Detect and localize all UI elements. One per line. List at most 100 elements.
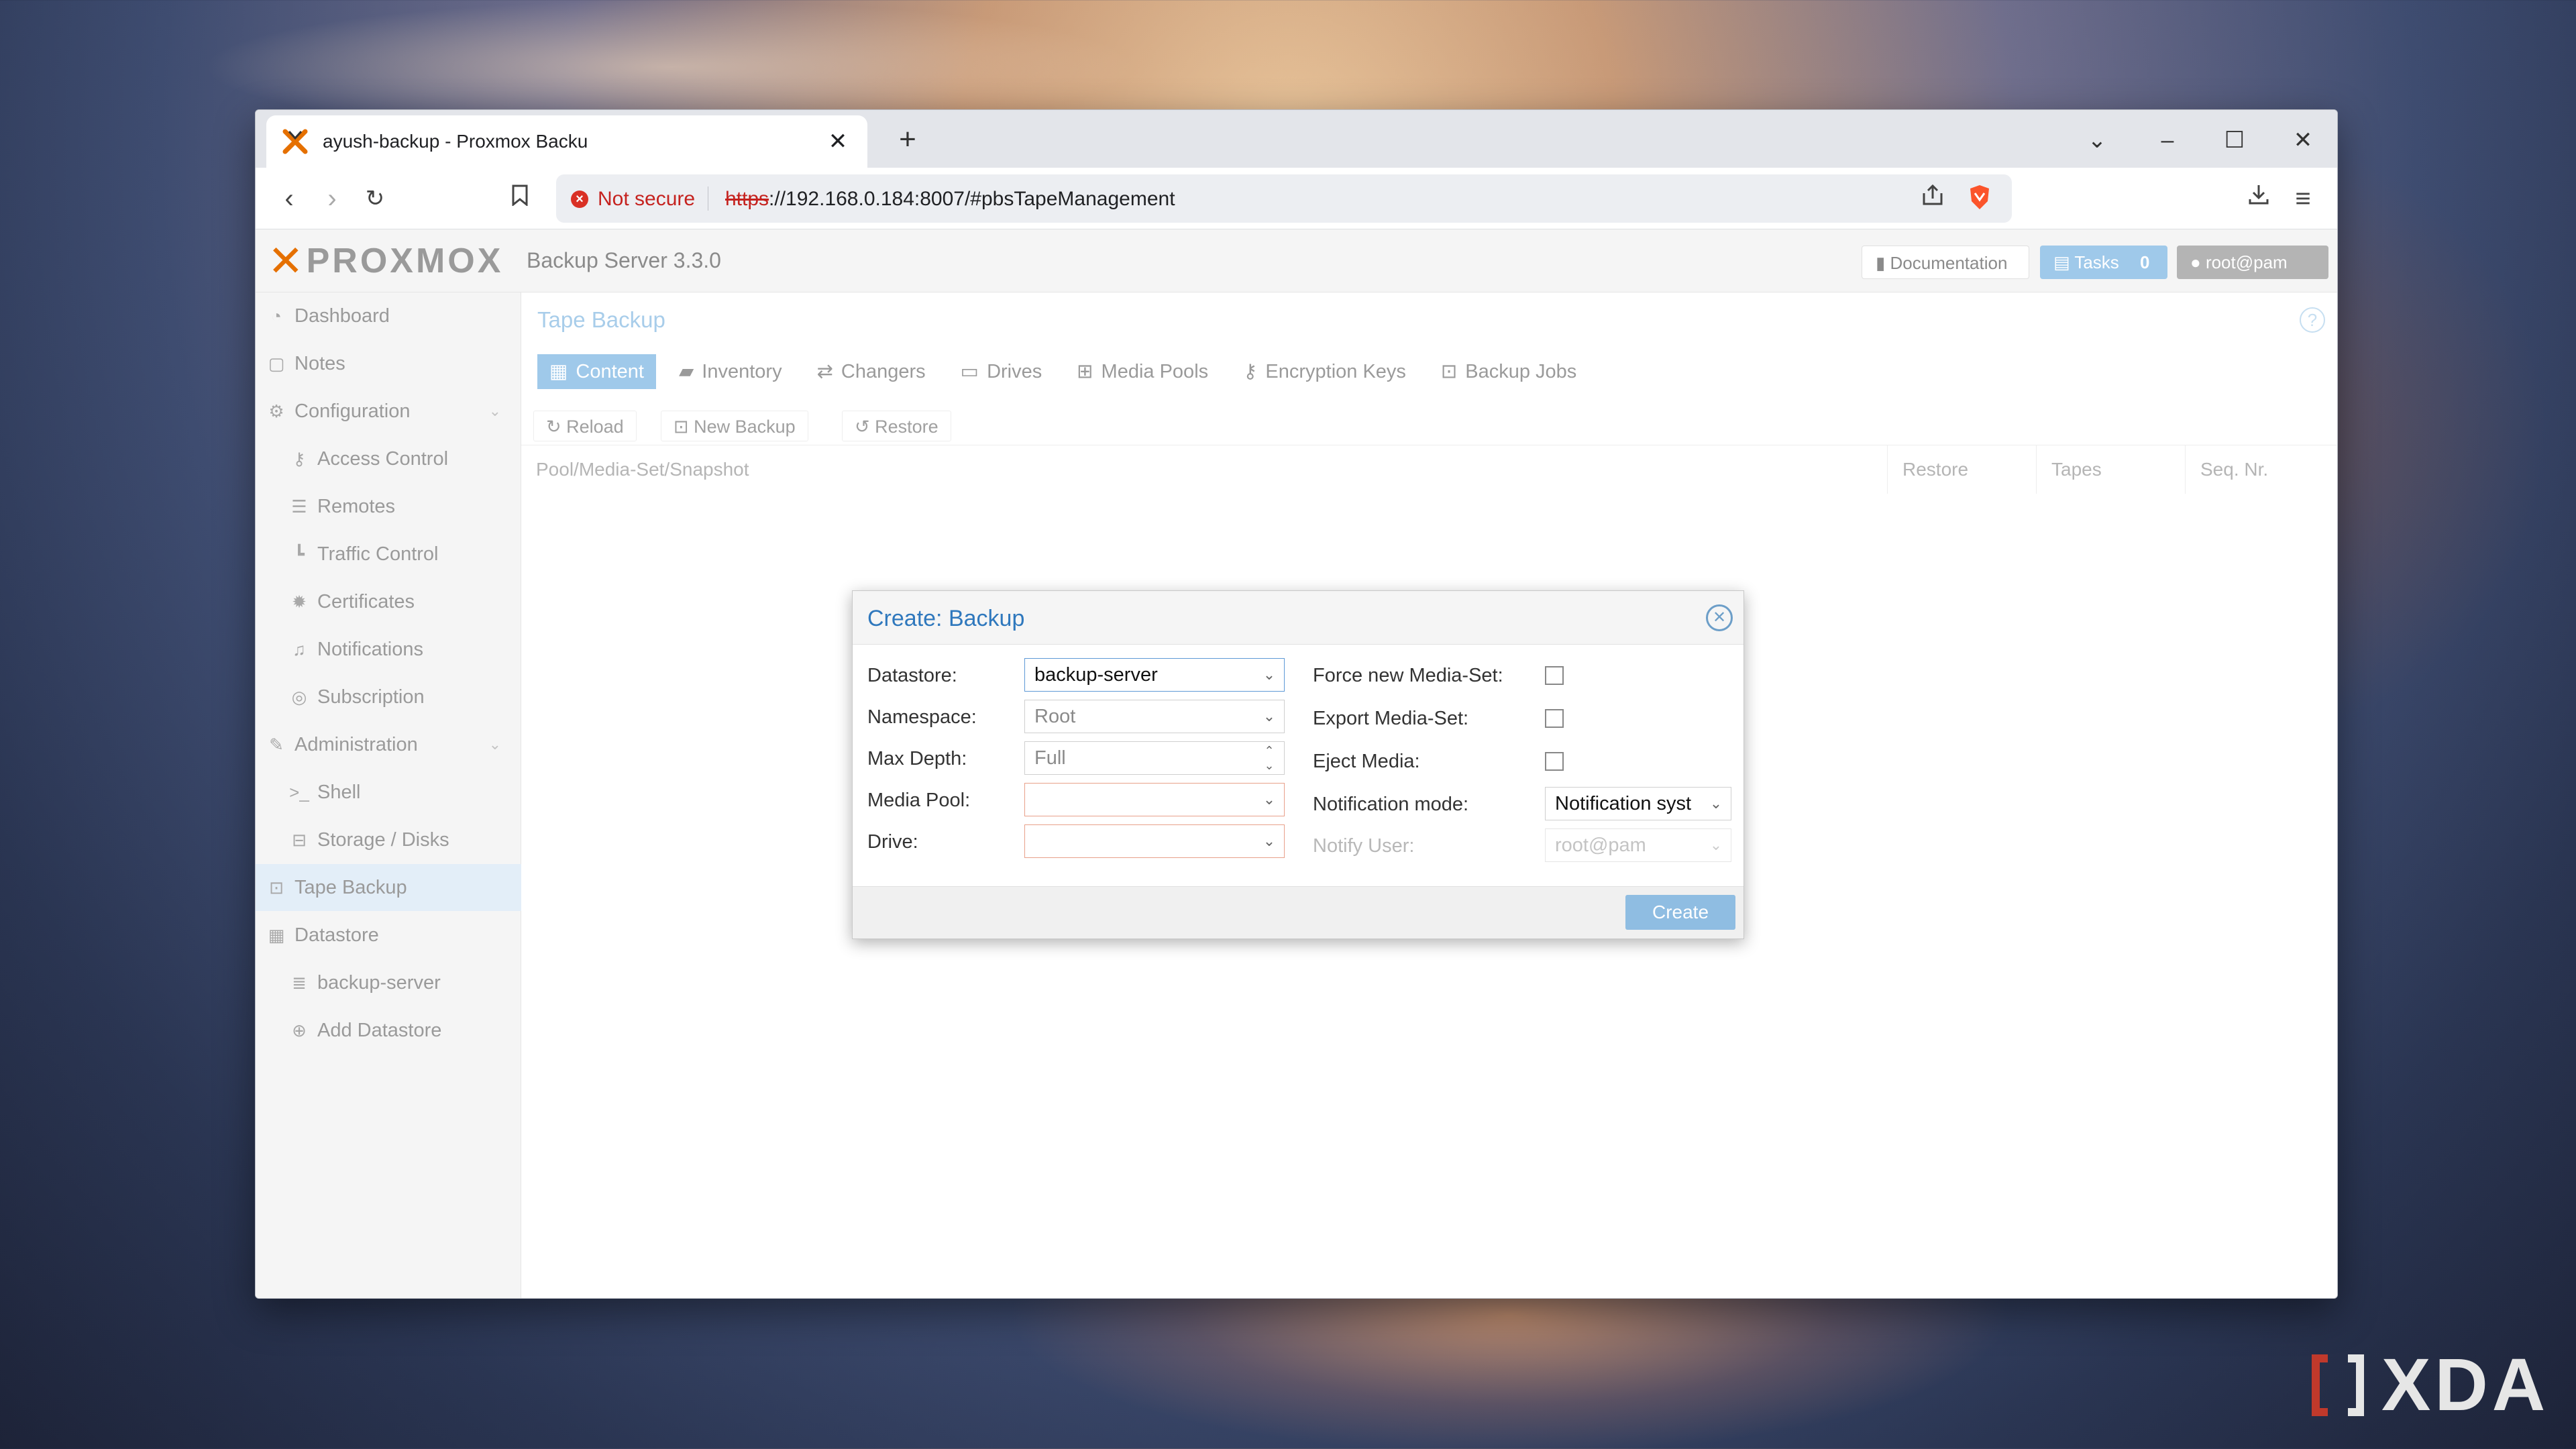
reload-page-button[interactable]: ↻	[356, 180, 394, 217]
collapse-chevron-icon[interactable]: ⌄	[489, 736, 501, 753]
max-depth-spinner[interactable]: Full ⌃ ⌄	[1024, 741, 1285, 775]
chevron-down-icon[interactable]: ⌄	[1254, 659, 1284, 691]
sidebar-item-add-datastore[interactable]: ⊕ Add Datastore	[256, 1007, 521, 1054]
tab-changers[interactable]: ⇄ Changers	[805, 354, 938, 389]
restore-button[interactable]: ↺ Restore	[842, 411, 951, 441]
xda-watermark: XDA	[2308, 1345, 2549, 1426]
sidebar-item-certificates[interactable]: ✹ Certificates	[256, 578, 521, 625]
sidebar-item-subscription[interactable]: ◎ Subscription	[256, 674, 521, 720]
close-tab-icon[interactable]: ✕	[824, 128, 851, 155]
chevron-down-icon[interactable]: ⌄	[1254, 784, 1284, 816]
create-button[interactable]: Create	[1625, 895, 1735, 930]
tab-drives[interactable]: ▭ Drives	[949, 354, 1055, 389]
proxmox-logo[interactable]: ✕ PROXMOX	[268, 239, 503, 282]
sidebar-item-configuration[interactable]: ⚙ Configuration ⌄	[256, 388, 521, 435]
namespace-select[interactable]: Root ⌄	[1024, 700, 1285, 733]
chevron-down-icon[interactable]: ⌄	[1254, 700, 1284, 733]
content-toolbar: ↻ Reload ⊡ New Backup ↺ Restore	[521, 405, 2337, 445]
close-window-button[interactable]: ✕	[2283, 123, 2323, 157]
notify-user-select[interactable]: root@pam ⌄	[1545, 828, 1731, 862]
tab-label: Content	[576, 361, 644, 382]
new-backup-label: New Backup	[694, 417, 796, 437]
spinner-arrows-icon[interactable]: ⌃ ⌄	[1254, 742, 1284, 774]
sidebar-item-backup-server[interactable]: ≣ backup-server	[256, 959, 521, 1006]
panel-tabs: ▦ Content ▰ Inventory ⇄ Changers ▭ Drives ⊞ M…	[537, 354, 1599, 389]
brave-shield-icon[interactable]	[1965, 184, 1994, 213]
help-icon[interactable]: ?	[2300, 307, 2325, 333]
chevron-down-icon[interactable]: ⌄	[1254, 825, 1284, 857]
tasks-button[interactable]: ▤ Tasks 0	[2040, 246, 2167, 279]
sidebar-item-notifications[interactable]: ♫ Notifications	[256, 626, 521, 673]
restore-label: Restore	[875, 417, 938, 437]
url-text[interactable]: https://192.168.0.184:8007/#pbsTapeManag…	[725, 188, 1175, 211]
tab-backup-jobs[interactable]: ⊡ Backup Jobs	[1429, 354, 1589, 389]
back-button[interactable]: ‹	[270, 180, 308, 217]
proxmox-favicon-icon	[282, 129, 308, 154]
dialog-footer: Create	[853, 886, 1743, 938]
database-icon: ≣	[292, 972, 307, 993]
column-header-tapes[interactable]: Tapes	[2036, 445, 2185, 494]
browser-tab[interactable]: ayush-backup - Proxmox Backu ✕	[266, 115, 867, 168]
gears-icon: ⚙	[268, 400, 284, 421]
sidebar-item-label: Traffic Control	[317, 543, 439, 565]
notification-mode-select[interactable]: Notification syst ⌄	[1545, 787, 1731, 820]
new-backup-button[interactable]: ⊡ New Backup	[661, 411, 808, 441]
close-icon[interactable]: ✕	[1706, 604, 1733, 631]
tab-label: Drives	[987, 361, 1042, 382]
dashboard-icon: ◔	[271, 305, 282, 326]
not-secure-label[interactable]: Not secure	[598, 188, 695, 211]
sidebar-item-datastore[interactable]: ▦ Datastore	[256, 912, 521, 959]
share-icon[interactable]	[1918, 184, 1947, 213]
minimize-button[interactable]: –	[2147, 123, 2188, 157]
sidebar-item-label: Shell	[317, 781, 361, 803]
column-header-snapshot[interactable]: Pool/Media-Set/Snapshot	[521, 445, 1887, 494]
address-bar[interactable]: × Not secure https://192.168.0.184:8007/…	[556, 174, 2012, 223]
tab-media-pools[interactable]: ⊞ Media Pools	[1065, 354, 1220, 389]
sidebar-item-access-control[interactable]: ⚷ Access Control	[256, 435, 521, 482]
hdd-icon: ⊟	[292, 829, 307, 850]
forward-button[interactable]: ›	[313, 180, 351, 217]
reload-button[interactable]: ↻ Reload	[533, 411, 637, 441]
export-media-set-checkbox[interactable]	[1545, 709, 1564, 728]
sidebar-item-traffic-control[interactable]: ┗ Traffic Control	[256, 531, 521, 578]
force-new-media-set-checkbox[interactable]	[1545, 666, 1564, 685]
sidebar-item-label: Notifications	[317, 638, 423, 660]
sidebar-item-administration[interactable]: ✎ Administration ⌄	[256, 721, 521, 768]
tab-encryption-keys[interactable]: ⚷ Encryption Keys	[1231, 354, 1418, 389]
media-pool-select[interactable]: ⌄	[1024, 783, 1285, 816]
sidebar-item-dashboard[interactable]: ◔ Dashboard	[256, 292, 521, 339]
sidebar-item-label: Dashboard	[294, 305, 390, 327]
grid-header: Pool/Media-Set/Snapshot Restore Tapes Se…	[521, 445, 2337, 494]
tab-search-chevron-icon[interactable]: ⌄	[2077, 123, 2117, 157]
media-pool-label: Media Pool:	[867, 790, 971, 811]
sidebar-item-remotes[interactable]: ☰ Remotes	[256, 483, 521, 530]
menu-icon[interactable]: ≡	[2284, 180, 2322, 217]
bookmark-icon[interactable]	[501, 180, 539, 217]
tab-label: Inventory	[702, 361, 782, 382]
sidebar-item-shell[interactable]: >_ Shell	[256, 769, 521, 816]
drive-select[interactable]: ⌄	[1024, 824, 1285, 858]
chevron-down-icon[interactable]: ⌄	[1701, 829, 1731, 861]
chevron-down-icon[interactable]: ⌄	[1701, 788, 1731, 820]
xda-text: XDA	[2381, 1344, 2550, 1426]
maximize-button[interactable]: ☐	[2214, 123, 2255, 157]
sidebar-item-storage-disks[interactable]: ⊟ Storage / Disks	[256, 816, 521, 863]
sidebar-item-tape-backup[interactable]: ⊡ Tape Backup	[256, 864, 521, 911]
datastore-select[interactable]: backup-server ⌄	[1024, 658, 1285, 692]
browser-toolbar: ‹ › ↻ × Not secure https://192.168.0.184…	[256, 168, 2337, 229]
sidebar-item-notes[interactable]: ▢ Notes	[256, 340, 521, 387]
export-media-set-label: Export Media-Set:	[1313, 708, 1469, 729]
tab-content[interactable]: ▦ Content	[537, 354, 656, 389]
new-tab-button[interactable]: +	[889, 121, 926, 158]
sidebar-item-label: backup-server	[317, 971, 441, 994]
column-header-restore[interactable]: Restore	[1887, 445, 2036, 494]
tasks-count-badge: 0	[2140, 252, 2150, 272]
documentation-button[interactable]: ▮ Documentation	[1862, 246, 2029, 279]
bell-icon: ♫	[292, 639, 306, 659]
user-menu-button[interactable]: ● root@pam ⌄	[2177, 246, 2328, 306]
column-header-seq-nr[interactable]: Seq. Nr.	[2185, 445, 2337, 494]
download-icon[interactable]	[2240, 180, 2277, 217]
collapse-chevron-icon[interactable]: ⌄	[489, 402, 501, 420]
eject-media-checkbox[interactable]	[1545, 752, 1564, 771]
tab-inventory[interactable]: ▰ Inventory	[667, 354, 794, 389]
